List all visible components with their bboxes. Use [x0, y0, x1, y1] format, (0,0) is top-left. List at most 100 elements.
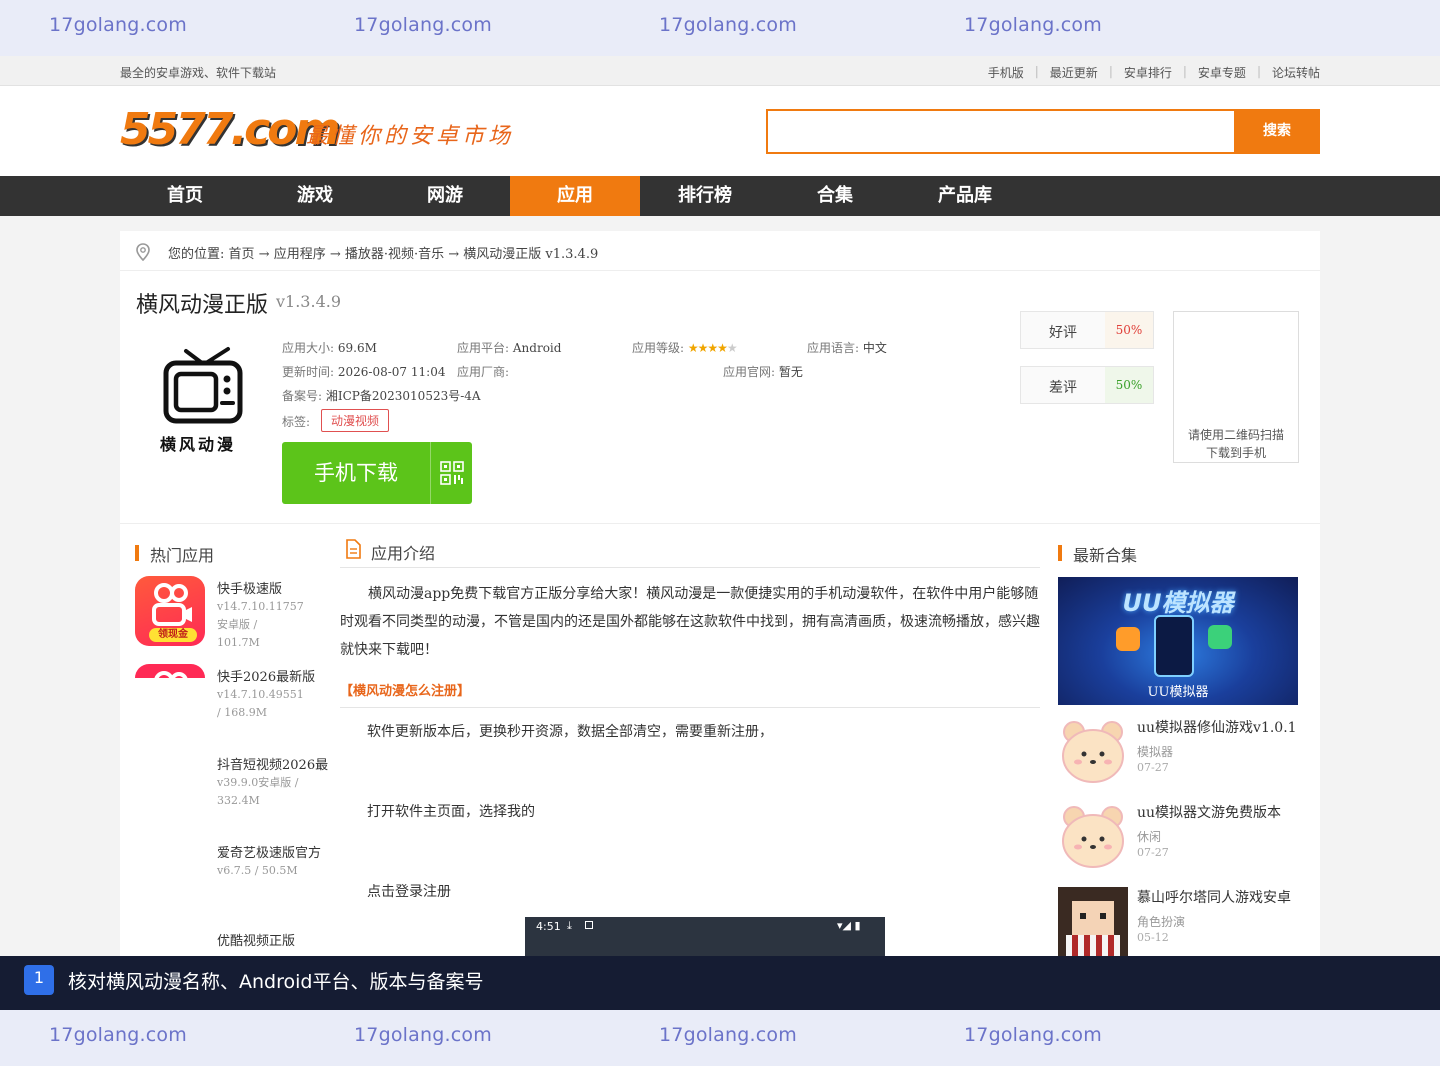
collection-name[interactable]: uu模拟器修仙游戏v1.0.1 [1137, 717, 1297, 737]
register-step-3: 点击登录注册 [367, 884, 451, 900]
hot-app-name[interactable]: 快手2026最新版 [217, 666, 315, 685]
caption-text: 核对横风动漫名称、Android平台、版本与备案号 [68, 971, 484, 993]
site-logo[interactable]: 5577.com [120, 104, 340, 155]
nav-apps[interactable]: 应用 [510, 176, 640, 216]
vote-good-button[interactable]: 好评 50% [1020, 311, 1154, 349]
nav-products[interactable]: 产品库 [900, 176, 1030, 216]
download-label: 手机下载 [314, 461, 398, 485]
platform-value: Android [512, 341, 562, 355]
nav-games[interactable]: 游戏 [250, 176, 380, 216]
banner-title: UU模拟器 [1122, 589, 1234, 617]
divider: | [1182, 64, 1187, 78]
vote-bad-button[interactable]: 差评 50% [1020, 366, 1154, 404]
register-step-2: 打开软件主页面，选择我的 [367, 804, 535, 820]
app-detail-card: 您的位置: 首页 → 应用程序 → 播放器·视频·音乐 → 横风动漫正版 v1.… [120, 231, 1320, 523]
qr-hint: 请使用二维码扫描 下载到手机 [1174, 426, 1298, 462]
app-icon: 横风动漫 [156, 343, 248, 454]
intro-title: 应用介绍 [371, 544, 436, 563]
divider [340, 707, 1040, 708]
app-rating: 应用等级: ★★★★★ [632, 339, 738, 356]
qr-code-box: 请使用二维码扫描 下载到手机 [1173, 311, 1299, 463]
updated-value: 2026-08-07 11:04 [337, 365, 446, 379]
size-label: 应用大小: [282, 341, 335, 355]
search-button[interactable]: 搜索 [1234, 109, 1320, 154]
app-site: 应用官网: 暂无 [723, 363, 803, 380]
site-slogan: 最懂你的安卓市场 [306, 124, 515, 149]
phone-time: 4:51 [536, 920, 561, 933]
top-link-mobile[interactable]: 手机版 [988, 64, 1024, 81]
hot-app-meta: v39.9.0安卓版 / 332.4M [217, 776, 299, 807]
pixel-character-icon [1058, 887, 1128, 956]
rating-stars: ★★★★★ [688, 341, 738, 355]
accent-bar [1058, 545, 1062, 561]
collection-category: 角色扮演 [1137, 915, 1186, 929]
site-value: 暂无 [778, 365, 803, 379]
step-number: 1 [24, 965, 54, 995]
intro-paragraph: 横风动漫app免费下载官方正版分享给大家！横风动漫是一款便捷实用的手机动漫软件，… [340, 586, 1040, 658]
tag-anime-video[interactable]: 动漫视频 [321, 409, 390, 432]
rating-label: 应用等级: [632, 341, 685, 355]
hot-apps-heading: 热门应用 [135, 542, 214, 566]
watermark-band-top: 17golang.com 17golang.com 17golang.com 1… [0, 0, 1440, 56]
breadcrumb-text: 您的位置: 首页 → 应用程序 → 播放器·视频·音乐 → 横风动漫正版 v1.… [168, 243, 598, 262]
nav-rankings[interactable]: 排行榜 [640, 176, 770, 216]
location-pin-icon [136, 243, 150, 261]
nav-collections[interactable]: 合集 [770, 176, 900, 216]
updated-label: 更新时间: [282, 365, 335, 379]
collection-date: 07-27 [1137, 761, 1169, 774]
hot-app-name[interactable]: 抖音短视频2026最 [217, 754, 328, 773]
tags-label: 标签: [282, 415, 311, 429]
top-link-topics[interactable]: 安卓专题 [1198, 64, 1246, 81]
collection-name[interactable]: 慕山呼尔塔同人游戏安卓 [1137, 887, 1291, 907]
promo-badge: 领现金 [149, 628, 197, 642]
hot-app-name[interactable]: 优酷视频正版 [217, 930, 295, 949]
kuaishou-app-icon [135, 664, 205, 678]
banner-caption: UU模拟器 [1147, 685, 1209, 700]
watermark: 17golang.com [659, 14, 797, 36]
nav-home[interactable]: 首页 [120, 176, 250, 216]
app-vendor: 应用厂商: [457, 363, 509, 380]
register-subheading: 【横风动漫怎么注册】 [340, 684, 471, 699]
breadcrumb-path[interactable]: 首页 → 应用程序 → 播放器·视频·音乐 → 横风动漫正版 v1.3.4.9 [229, 247, 599, 262]
collection-date: 07-27 [1137, 846, 1169, 859]
breadcrumb-prefix: 您的位置: [168, 247, 225, 262]
divider [430, 442, 431, 504]
top-bar: 最全的安卓游戏、软件下载站 手机版 | 最近更新 | 安卓排行 | 安卓专题 | 论坛转… [0, 56, 1440, 86]
app-version: v1.3.4.9 [276, 292, 342, 311]
hot-app-meta: v6.7.5 / 50.5M [217, 864, 298, 877]
site-tagline: 最全的安卓游戏、软件下载站 [120, 66, 277, 80]
qr-code-icon[interactable] [440, 461, 464, 485]
nav-online-games[interactable]: 网游 [380, 176, 510, 216]
breadcrumb: 您的位置: 首页 → 应用程序 → 播放器·视频·音乐 → 横风动漫正版 v1.… [120, 231, 1320, 271]
hot-app-name[interactable]: 快手极速版 [217, 578, 282, 597]
watermark: 17golang.com [49, 1024, 187, 1046]
phone-screenshot: 4:51 ⤓ ▾◢ ▮ [525, 917, 885, 956]
qr-hint-line2: 下载到手机 [1205, 446, 1266, 460]
hot-app-name[interactable]: 爱奇艺极速版官方 [217, 842, 321, 861]
divider: | [1108, 64, 1113, 78]
search-input[interactable] [766, 109, 1236, 154]
watermark: 17golang.com [964, 1024, 1102, 1046]
watermark: 17golang.com [354, 1024, 492, 1046]
collection-banner[interactable]: UU模拟器 UU模拟器 [1058, 577, 1298, 705]
phone-graphic-icon [1154, 615, 1194, 677]
collection-category: 休闲 [1137, 830, 1162, 844]
vendor-label: 应用厂商: [457, 365, 510, 379]
vote-good-label: 好评 [1049, 325, 1077, 341]
app-updated: 更新时间: 2026-08-07 11:04 [282, 363, 445, 380]
hot-app-meta: v14.7.10.49551 / 168.9M [217, 688, 304, 719]
app-icp: 备案号: 湘ICP备2023010523号-4A [282, 387, 481, 404]
top-link-ranking[interactable]: 安卓排行 [1124, 64, 1172, 81]
tv-icon [163, 347, 243, 424]
collection-name[interactable]: uu模拟器文游免费版本 [1137, 802, 1281, 822]
mobile-download-button[interactable]: 手机下载 [282, 442, 472, 504]
top-link-forum[interactable]: 论坛转帖 [1272, 64, 1320, 81]
top-link-recent[interactable]: 最近更新 [1050, 64, 1098, 81]
site-label: 应用官网: [723, 365, 776, 379]
watermark-band-bottom: 17golang.com 17golang.com 17golang.com 1… [0, 1010, 1440, 1066]
collection-date: 05-12 [1137, 931, 1169, 944]
app-title: 横风动漫正版 [136, 293, 269, 318]
divider [340, 567, 1040, 568]
bear-avatar-icon [1062, 806, 1124, 868]
hot-app-meta: v14.7.10.11757安卓版 / 101.7M [217, 600, 304, 649]
